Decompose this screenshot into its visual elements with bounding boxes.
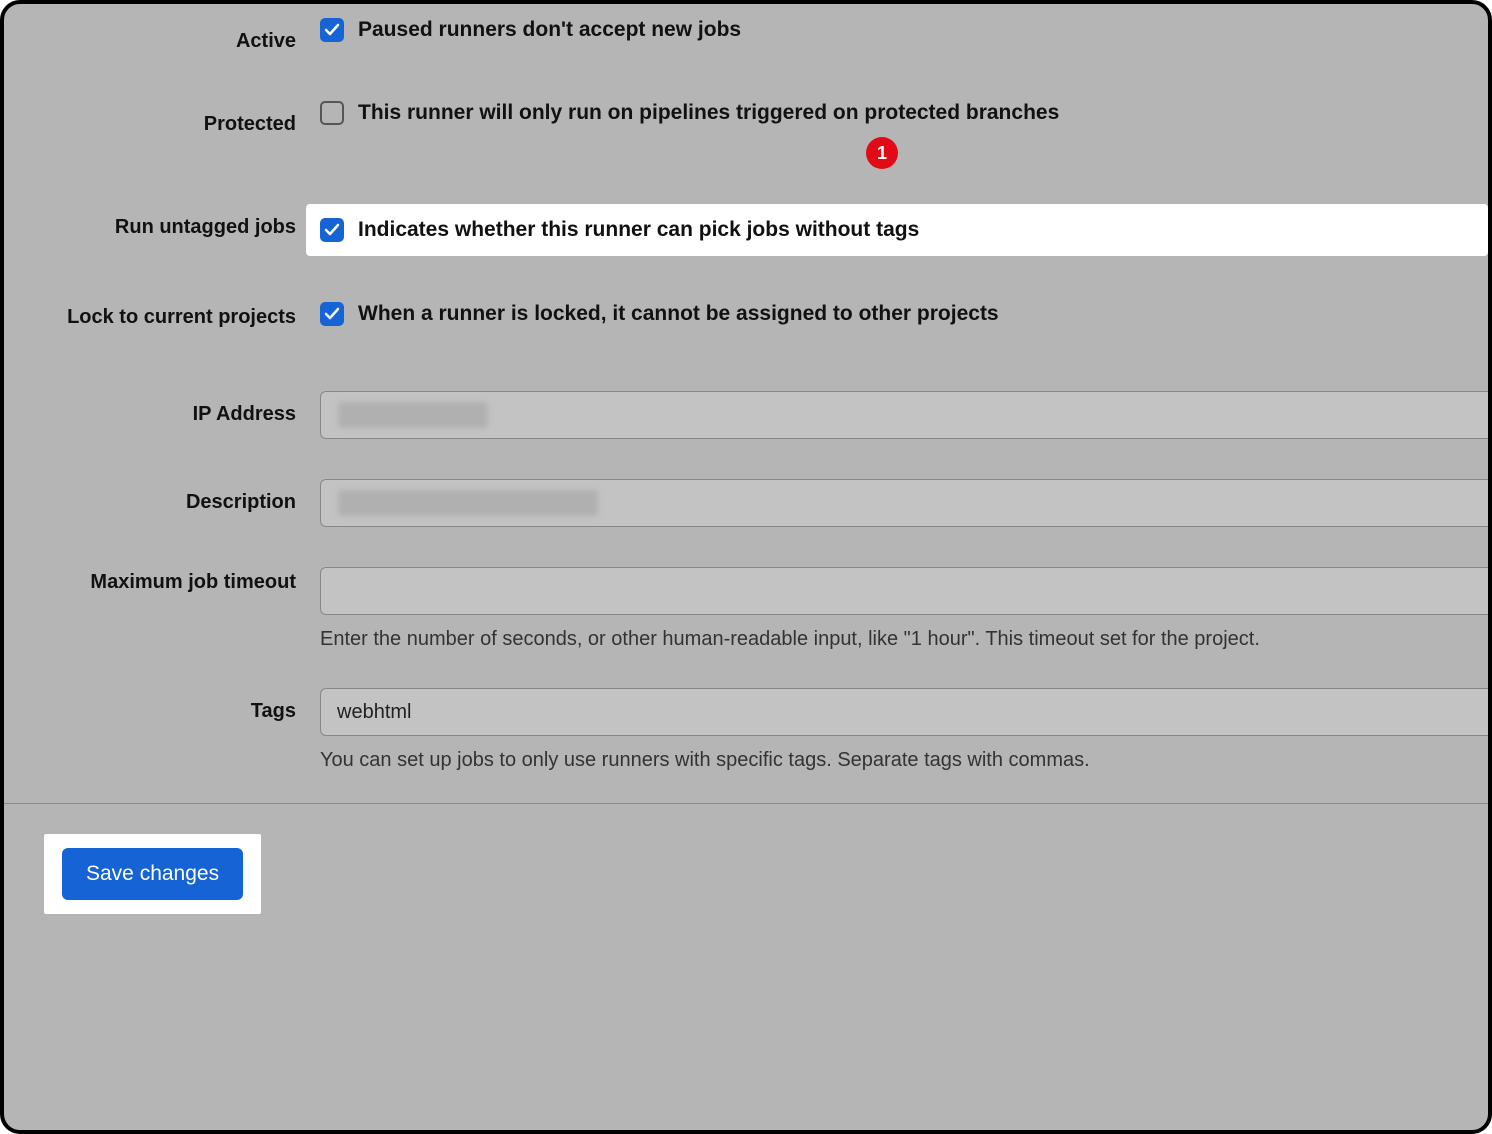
callout-number: 1 <box>877 143 887 164</box>
protected-label: Protected <box>4 101 320 138</box>
save-changes-button[interactable]: Save changes <box>62 848 243 900</box>
lock-description: When a runner is locked, it cannot be as… <box>358 302 999 326</box>
max-timeout-label: Maximum job timeout <box>4 567 320 596</box>
tags-label: Tags <box>4 688 320 725</box>
check-icon <box>324 222 340 238</box>
ip-address-label: IP Address <box>4 391 320 428</box>
lock-label: Lock to current projects <box>4 302 320 331</box>
protected-description: This runner will only run on pipelines t… <box>358 101 1059 125</box>
max-timeout-helper: Enter the number of seconds, or other hu… <box>320 625 1488 654</box>
run-untagged-label: Run untagged jobs <box>4 204 320 241</box>
protected-checkbox[interactable] <box>320 101 344 125</box>
check-icon <box>324 306 340 322</box>
description-label: Description <box>4 479 320 516</box>
tags-helper: You can set up jobs to only use runners … <box>320 746 1488 775</box>
run-untagged-highlight: Indicates whether this runner can pick j… <box>306 204 1488 256</box>
active-checkbox[interactable] <box>320 18 344 42</box>
redacted-block <box>338 490 598 516</box>
lock-checkbox[interactable] <box>320 302 344 326</box>
save-highlight: Save changes <box>44 834 261 914</box>
callout-badge-1: 1 <box>866 137 898 169</box>
ip-address-input[interactable] <box>320 391 1488 439</box>
active-label: Active <box>4 18 320 55</box>
active-description: Paused runners don't accept new jobs <box>358 18 741 42</box>
tags-input[interactable] <box>320 688 1488 736</box>
check-icon <box>324 22 340 38</box>
run-untagged-checkbox[interactable] <box>320 218 344 242</box>
max-timeout-input[interactable] <box>320 567 1488 615</box>
redacted-block <box>338 402 488 428</box>
run-untagged-description: Indicates whether this runner can pick j… <box>358 218 919 242</box>
